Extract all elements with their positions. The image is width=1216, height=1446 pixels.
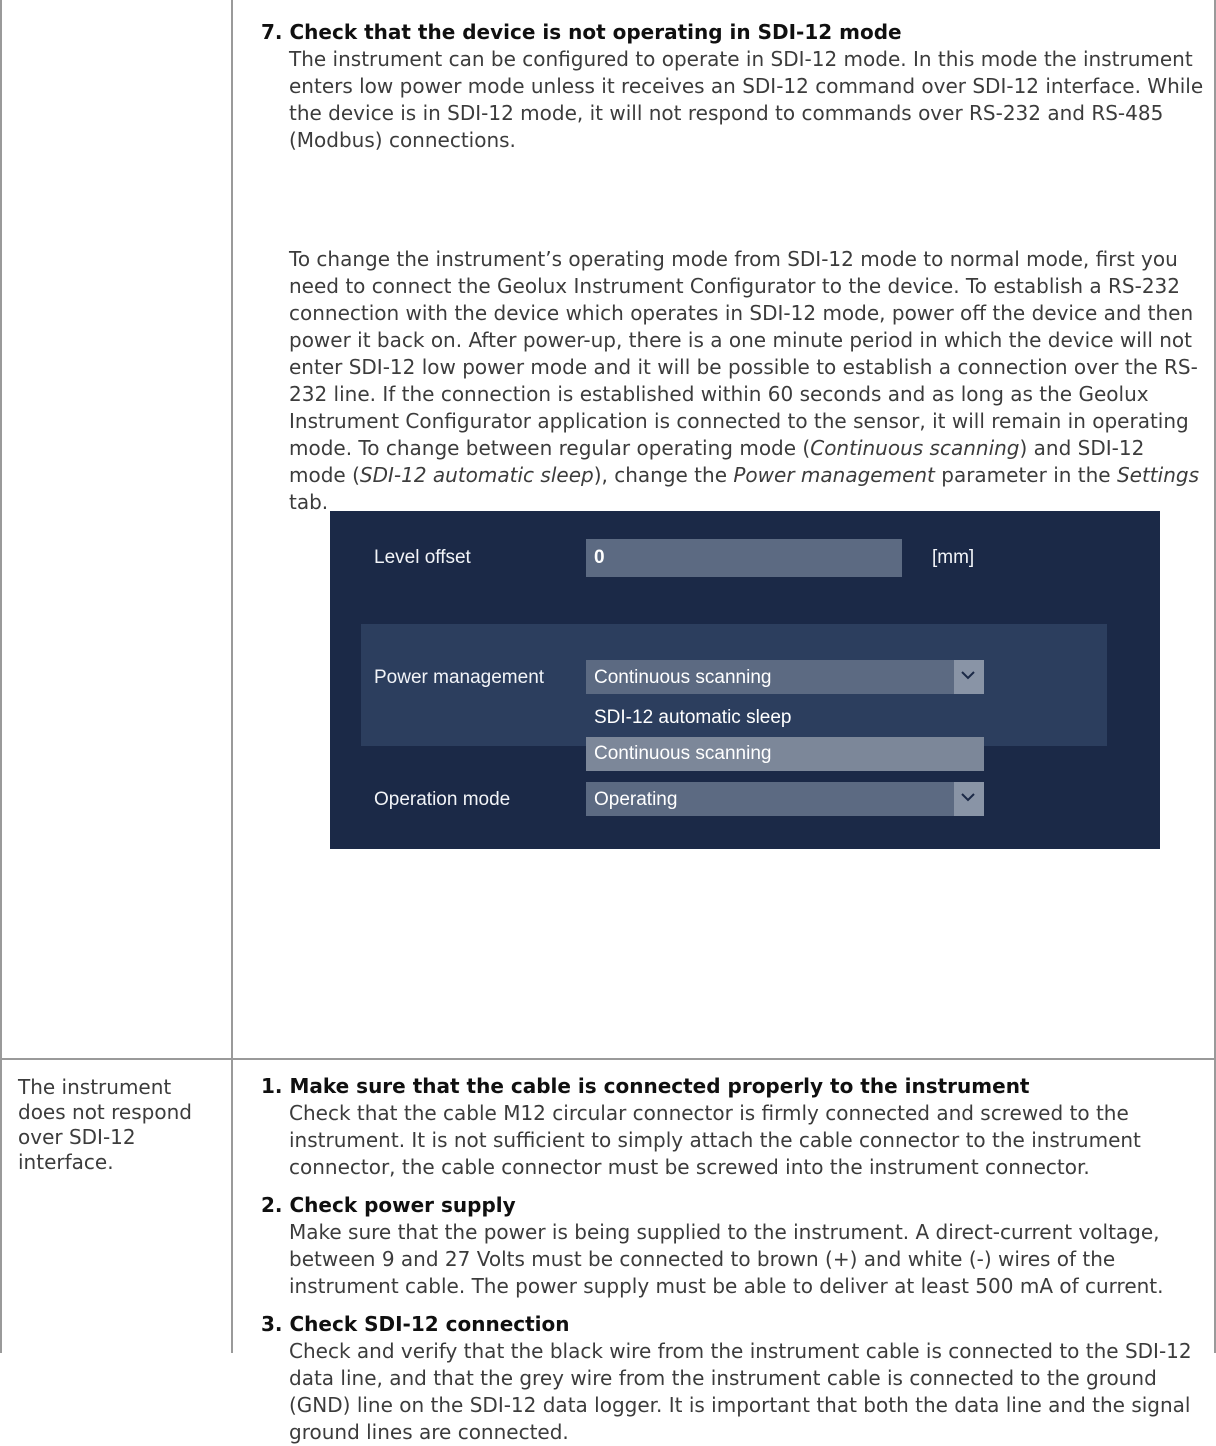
step3-heading: 3. Check SDI-12 connection: [261, 1312, 570, 1336]
troubleshooting-table: 7. Check that the device is not operatin…: [0, 0, 1216, 1444]
table-left-border: [0, 0, 2, 1353]
problem-description: The instrument does not respond over SDI…: [18, 1075, 192, 1174]
step1-paragraph: Check that the cable M12 circular connec…: [289, 1101, 1141, 1179]
table-row-divider: [0, 1058, 1216, 1060]
step7-heading: 7. Check that the device is not operatin…: [261, 20, 902, 44]
level-offset-unit: [mm]: [932, 547, 975, 568]
settings-screenshot: Level offset 0 [mm] Power management Con…: [330, 511, 1160, 849]
step1-heading: 1. Make sure that the cable is connected…: [261, 1074, 1030, 1098]
level-offset-value: 0: [594, 547, 605, 568]
operation-mode-label: Operation mode: [374, 789, 511, 810]
power-management-label: Power management: [374, 667, 545, 688]
level-offset-label: Level offset: [374, 547, 471, 568]
operation-mode-value: Operating: [594, 789, 678, 810]
operation-mode-dropdown-button[interactable]: [954, 782, 984, 816]
dropdown-option-continuous-scanning[interactable]: Continuous scanning: [594, 743, 771, 765]
power-management-value: Continuous scanning: [594, 667, 772, 688]
level-offset-input[interactable]: [586, 539, 902, 577]
power-management-dropdown-button[interactable]: [954, 660, 984, 694]
table-column-divider: [231, 0, 233, 1353]
step2-paragraph: Make sure that the power is being suppli…: [289, 1220, 1164, 1298]
step2-heading: 2. Check power supply: [261, 1193, 516, 1217]
chevron-down-icon: [961, 671, 975, 680]
chevron-down-icon: [961, 793, 975, 802]
dropdown-option-sdi12-sleep[interactable]: SDI-12 automatic sleep: [594, 707, 792, 729]
step7-paragraph-1: The instrument can be configured to oper…: [289, 47, 1204, 152]
step7-paragraph-2: To change the instrument’s operating mod…: [289, 247, 1199, 514]
step3-paragraph: Check and verify that the black wire fro…: [289, 1339, 1192, 1444]
